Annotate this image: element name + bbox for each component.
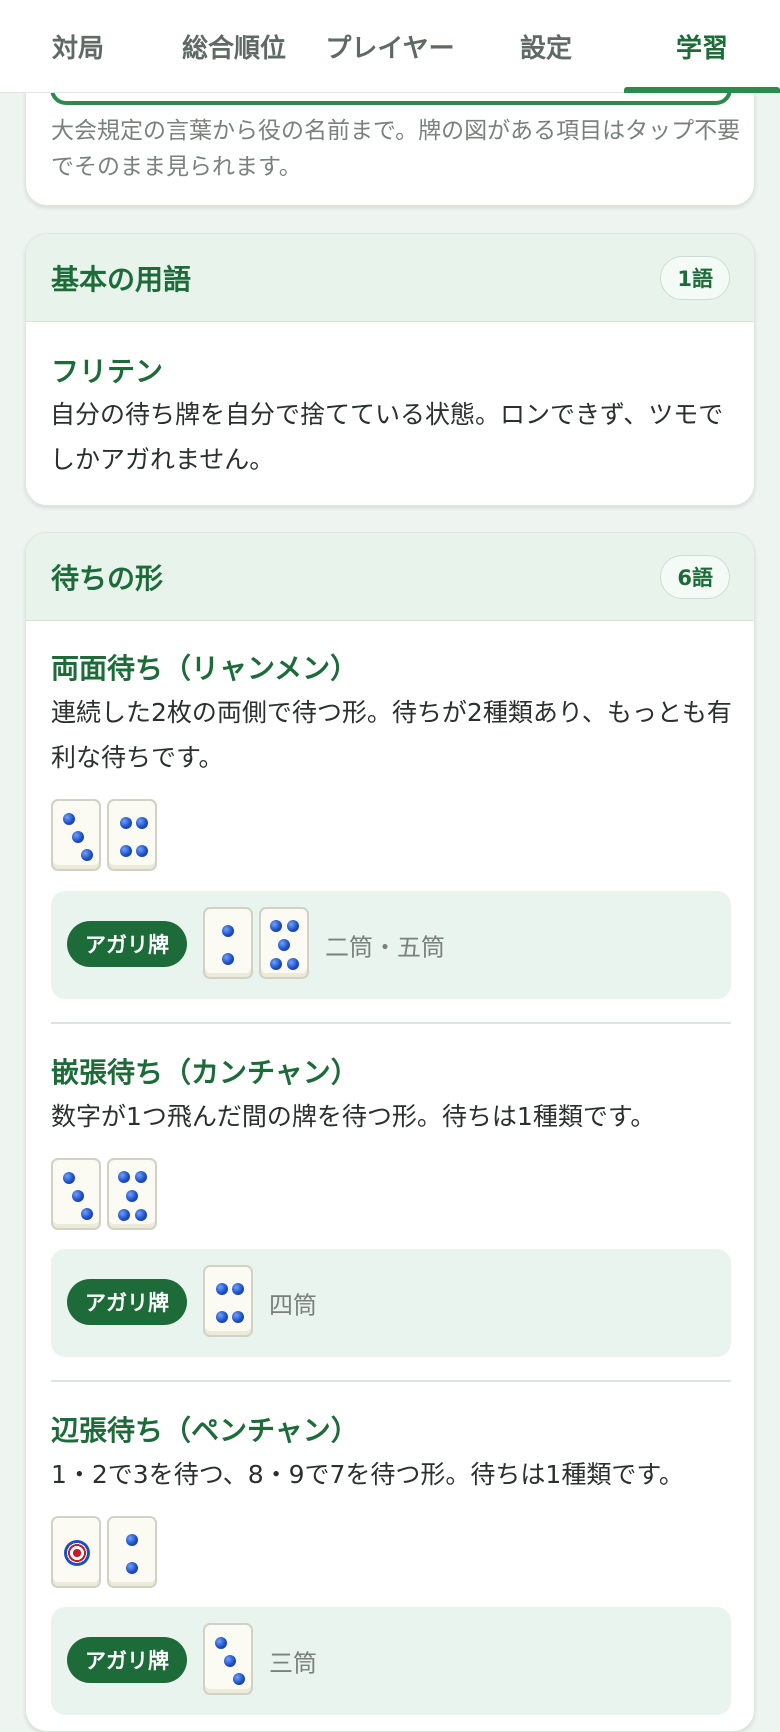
winning-tile-text: 三筒 <box>269 1649 317 1678</box>
winning-tiles-box: アガリ牌 四筒 <box>51 1249 731 1357</box>
tile-3-pin <box>51 1158 101 1230</box>
tile-3-pin <box>51 799 101 871</box>
tab-overall-ranking[interactable]: 総合順位 <box>156 0 312 93</box>
tab-players[interactable]: プレイヤー <box>312 0 468 93</box>
active-tab-indicator <box>624 87 780 93</box>
top-navigation: 対局 総合順位 プレイヤー 設定 学習 <box>0 0 780 93</box>
term-name: 嵌張待ち（カンチャン） <box>51 1056 359 1089</box>
term-description: 数字が1つ飛んだ間の牌を待つ形。待ちは1種類です。 <box>51 1102 656 1131</box>
category-card-waiting-shapes: 待ちの形 6語 両面待ち（リャンメン） 連続した2枚の両側で待つ形。待ちが2種類… <box>25 532 755 1732</box>
tile-4-pin <box>107 799 157 871</box>
term-name: 辺張待ち（ペンチャン） <box>51 1414 359 1447</box>
category-header[interactable]: 基本の用語 1語 <box>26 234 754 322</box>
divider <box>51 1380 731 1382</box>
tile-1-pin <box>51 1516 101 1588</box>
winning-tile-badge: アガリ牌 <box>67 921 187 967</box>
tab-learning[interactable]: 学習 <box>624 0 780 93</box>
tile-2-pin <box>107 1516 157 1588</box>
term-description: 1・2で3を待つ、8・9で7を待つ形。待ちは1種類です。 <box>51 1460 684 1489</box>
winning-tile-text: 四筒 <box>269 1291 317 1320</box>
tile-5-pin <box>259 907 309 979</box>
term-count-badge: 1語 <box>660 256 730 300</box>
category-title: 待ちの形 <box>51 562 164 595</box>
winning-tile-badge: アガリ牌 <box>67 1279 187 1325</box>
term-count-badge: 6語 <box>660 555 730 599</box>
category-header[interactable]: 待ちの形 6語 <box>26 533 754 621</box>
term-description: 連続した2枚の両側で待つ形。待ちが2種類あり、もっとも有利な待ちです。 <box>51 698 732 772</box>
tile-2-pin <box>203 907 253 979</box>
term-name: 両面待ち（リャンメン） <box>51 652 359 685</box>
divider <box>51 1022 731 1024</box>
category-title: 基本の用語 <box>51 263 192 296</box>
tile-3-pin <box>203 1623 253 1695</box>
winning-tiles-box: アガリ牌 二筒・五筒 <box>51 891 731 999</box>
tile-4-pin <box>203 1265 253 1337</box>
winning-tile-badge: アガリ牌 <box>67 1637 187 1683</box>
winning-tiles-box: アガリ牌 三筒 <box>51 1607 731 1715</box>
tab-settings[interactable]: 設定 <box>468 0 624 93</box>
winning-tile-text: 二筒・五筒 <box>325 933 445 962</box>
term-name: フリテン <box>51 355 164 388</box>
tile-5-pin <box>107 1158 157 1230</box>
intro-text: 大会規定の言葉から役の名前まで。牌の図がある項目はタップ不要でそのまま見られます… <box>51 118 741 180</box>
tab-match[interactable]: 対局 <box>0 0 156 93</box>
term-description: 自分の待ち牌を自分で捨てている状態。ロンできず、ツモでしかアガれません。 <box>50 400 724 474</box>
